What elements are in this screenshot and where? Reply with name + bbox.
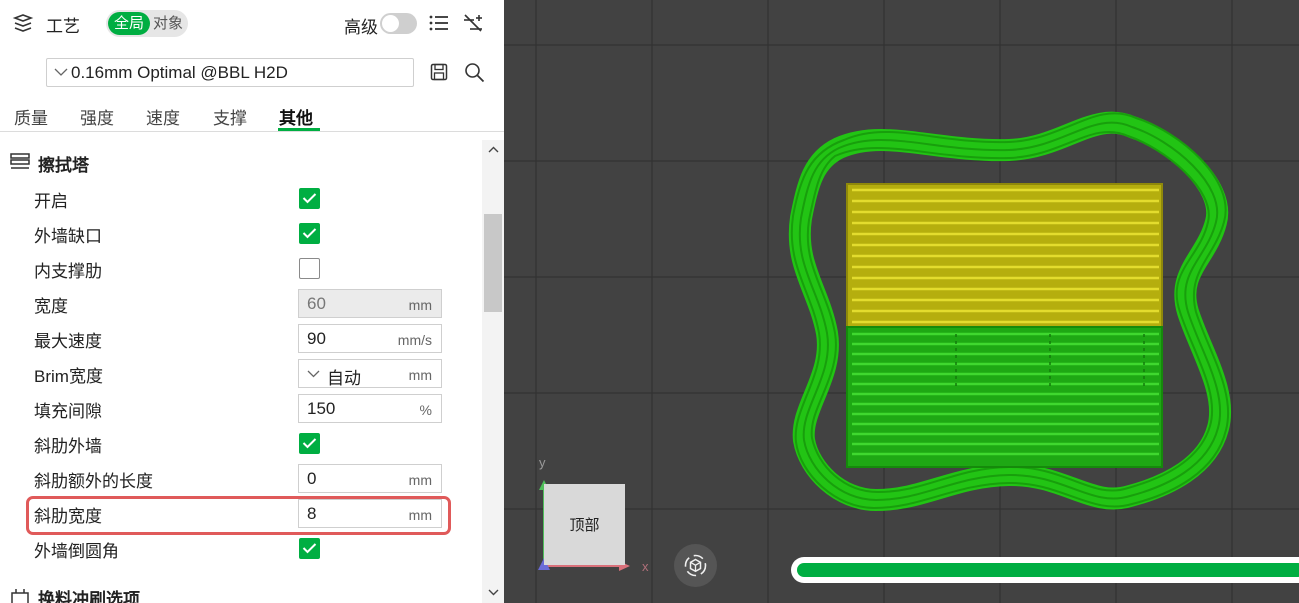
view-reset-button[interactable] bbox=[674, 544, 717, 587]
switch-knob bbox=[382, 15, 399, 32]
chevron-up-icon[interactable] bbox=[488, 146, 499, 153]
layers-icon bbox=[12, 14, 34, 32]
scope-object-option[interactable]: 对象 bbox=[150, 12, 186, 35]
flush-icon bbox=[11, 589, 29, 603]
infill-gap-unit: % bbox=[419, 402, 432, 418]
infill-gap-value: 150 bbox=[307, 399, 336, 418]
max-speed-value: 90 bbox=[307, 329, 326, 348]
label-inner-rib: 内支撑肋 bbox=[34, 262, 102, 281]
label-brim-width: Brim宽度 bbox=[34, 367, 103, 386]
rib-wall-checkbox[interactable] bbox=[299, 433, 320, 454]
label-outer-wall-gap: 外墙缺口 bbox=[34, 227, 102, 246]
axis-y-label: y bbox=[539, 455, 546, 470]
chevron-down-icon[interactable] bbox=[488, 589, 499, 596]
layer-slider-fill bbox=[797, 563, 1299, 577]
preset-value: 0.16mm Optimal @BBL H2D bbox=[71, 63, 288, 82]
tab-support[interactable]: 支撑 bbox=[213, 104, 247, 129]
fillet-wall-checkbox[interactable] bbox=[299, 538, 320, 559]
compare-icon[interactable] bbox=[462, 12, 484, 34]
tab-strength[interactable]: 强度 bbox=[80, 104, 114, 129]
width-field: 60 mm bbox=[298, 289, 442, 318]
tab-speed[interactable]: 速度 bbox=[146, 104, 180, 129]
search-icon[interactable] bbox=[464, 62, 485, 83]
rib-extra-length-value: 0 bbox=[307, 469, 317, 488]
scrollbar-thumb[interactable] bbox=[484, 214, 502, 312]
wipe-tower-icon bbox=[10, 153, 30, 169]
panel-title: 工艺 bbox=[46, 17, 80, 36]
chevron-down-icon bbox=[307, 370, 320, 378]
outer-wall-gap-checkbox[interactable] bbox=[299, 223, 320, 244]
check-icon bbox=[302, 193, 317, 204]
layer-slider[interactable] bbox=[791, 557, 1299, 583]
enable-checkbox[interactable] bbox=[299, 188, 320, 209]
max-speed-input[interactable]: 90 mm/s bbox=[298, 324, 442, 353]
save-icon[interactable] bbox=[430, 63, 448, 81]
label-max-speed: 最大速度 bbox=[34, 332, 102, 351]
panel-header: 工艺 全局 对象 高级 bbox=[0, 0, 504, 46]
process-preset-select[interactable]: 0.16mm Optimal @BBL H2D bbox=[46, 58, 414, 87]
infill-gap-input[interactable]: 150 % bbox=[298, 394, 442, 423]
cube-icon bbox=[684, 554, 707, 577]
check-icon bbox=[302, 438, 317, 449]
axis-x-label: x bbox=[642, 559, 649, 574]
3d-viewport[interactable]: y x 顶部 bbox=[504, 0, 1299, 603]
scope-global-option[interactable]: 全局 bbox=[108, 12, 150, 35]
highlight-box bbox=[26, 496, 451, 535]
label-infill-gap: 填充间隙 bbox=[34, 402, 102, 421]
label-enable: 开启 bbox=[34, 192, 68, 211]
view-cube-top[interactable]: 顶部 bbox=[544, 484, 625, 565]
scope-toggle[interactable]: 全局 对象 bbox=[106, 10, 188, 37]
settings-tabs: 质量 强度 速度 支撑 其他 bbox=[0, 100, 504, 132]
list-icon[interactable] bbox=[428, 13, 450, 33]
brim-width-select[interactable]: 自动 mm bbox=[298, 359, 442, 388]
rib-extra-length-input[interactable]: 0 mm bbox=[298, 464, 442, 493]
check-icon bbox=[302, 228, 317, 239]
advanced-label: 高级 bbox=[344, 18, 378, 37]
label-width: 宽度 bbox=[34, 297, 68, 316]
rib-extra-length-unit: mm bbox=[408, 472, 432, 488]
chevron-down-icon bbox=[54, 68, 68, 76]
advanced-mode-switch[interactable] bbox=[380, 13, 417, 34]
brim-width-unit: mm bbox=[408, 367, 432, 383]
width-value: 60 bbox=[307, 294, 326, 313]
brim-width-value: 自动 bbox=[327, 369, 361, 388]
active-tab-indicator bbox=[278, 128, 320, 131]
tab-others[interactable]: 其他 bbox=[279, 104, 313, 129]
section2-title: 换料冲刷选项 bbox=[38, 590, 140, 603]
width-unit: mm bbox=[408, 297, 432, 313]
max-speed-unit: mm/s bbox=[397, 332, 432, 348]
process-settings-panel: 工艺 全局 对象 高级 0.16mm Optimal @BBL H2D 质量 强… bbox=[0, 0, 504, 603]
view-cube-label: 顶部 bbox=[569, 517, 600, 534]
label-fillet-wall: 外墙倒圆角 bbox=[34, 542, 119, 561]
check-icon bbox=[302, 543, 317, 554]
section-title: 擦拭塔 bbox=[38, 156, 89, 175]
tab-quality[interactable]: 质量 bbox=[14, 104, 48, 129]
label-rib-extra-length: 斜肋额外的长度 bbox=[34, 472, 153, 491]
settings-scrollbar[interactable] bbox=[482, 140, 504, 603]
inner-rib-checkbox[interactable] bbox=[299, 258, 320, 279]
label-rib-wall: 斜肋外墙 bbox=[34, 437, 102, 456]
